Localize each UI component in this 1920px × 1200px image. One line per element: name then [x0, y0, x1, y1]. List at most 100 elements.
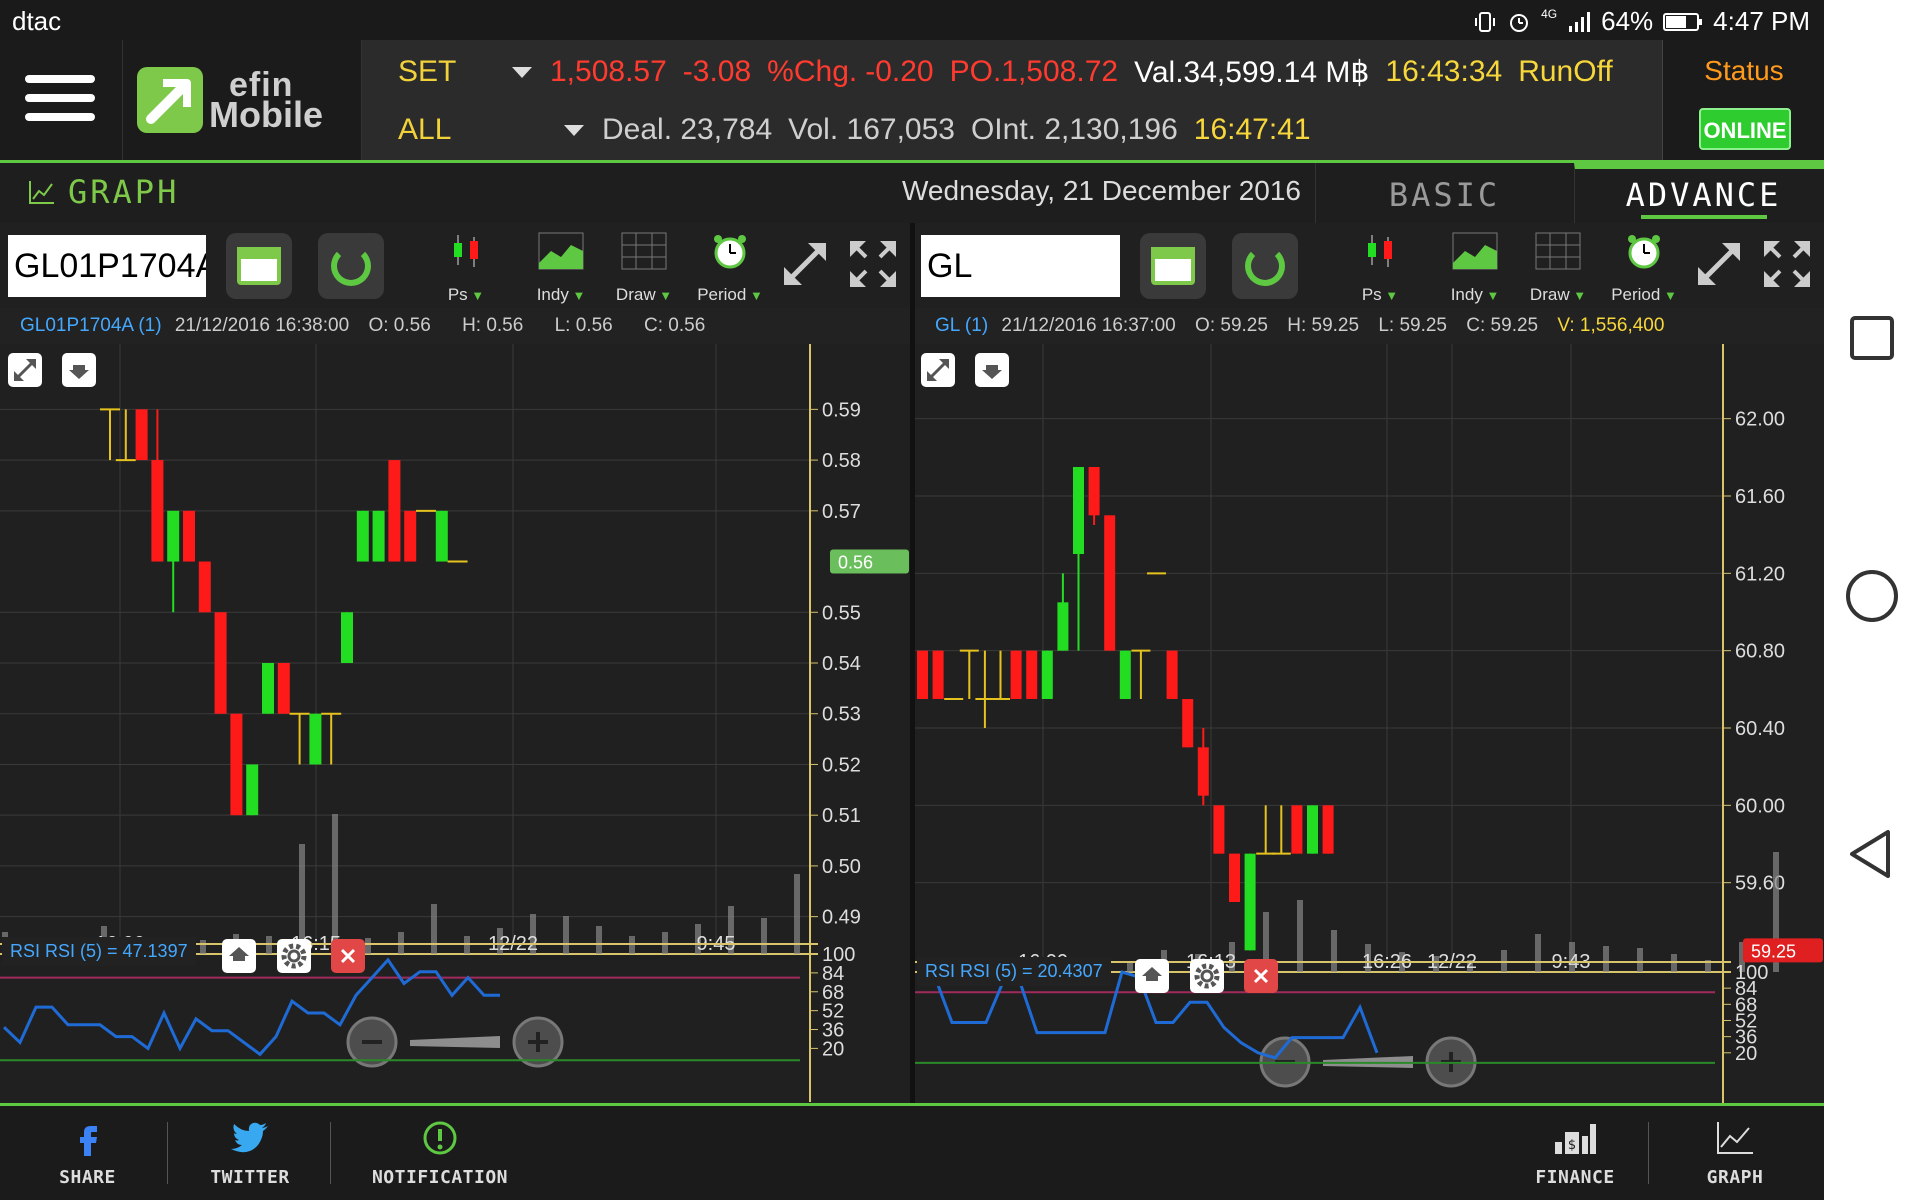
android-nav-bar: [1824, 0, 1920, 1200]
chart-area-right[interactable]: 62.0061.6061.2060.8060.4060.0059.6016:00…: [915, 344, 1824, 1103]
alarm-icon: [1507, 10, 1531, 34]
market-select-all[interactable]: ALL: [362, 113, 564, 147]
candle-body: [1182, 699, 1194, 748]
candle-body: [198, 561, 211, 613]
price-tick-label: 0.51: [822, 805, 861, 827]
symbol-input-right[interactable]: [921, 235, 1120, 297]
refresh-button-left[interactable]: [318, 233, 384, 299]
twitter-button[interactable]: TWITTER: [190, 1106, 310, 1200]
trade-value: Val.34,599.14 M฿: [1134, 55, 1370, 89]
active-tab-indicator: [1641, 215, 1767, 219]
price-tick-label: 60.00: [1735, 795, 1785, 817]
zoom-slider: [410, 1036, 500, 1048]
status-label: Status: [1704, 55, 1784, 86]
indy-tool-right[interactable]: Indy: [1440, 231, 1510, 305]
projected-open: PO.1,508.72: [949, 55, 1119, 88]
alert-circle-icon: [423, 1121, 457, 1155]
info-symbol: GL01P1704A (1): [20, 315, 162, 336]
candle-body: [1322, 805, 1334, 854]
chevron-down-icon[interactable]: [512, 66, 532, 78]
rsi-settings-button-left[interactable]: [277, 939, 311, 973]
candle-body: [167, 510, 180, 562]
back-button[interactable]: [1842, 824, 1902, 884]
rsi-tick-label: 20: [822, 1038, 844, 1060]
info-high: H: 0.56: [462, 315, 524, 336]
system-status-bar: dtac 4G 64% 4:47 PM: [0, 0, 1824, 40]
hamburger-menu-button[interactable]: [25, 75, 95, 127]
price-tick-label: 0.55: [822, 602, 861, 624]
price-grid: [0, 344, 810, 942]
rsi-close-button-right[interactable]: [1244, 959, 1278, 993]
calendar-button-right[interactable]: [1140, 233, 1206, 299]
candle-body: [356, 510, 369, 562]
expand-diagonal-button-right[interactable]: [1692, 237, 1746, 291]
resize-icon: [14, 359, 36, 381]
draw-tool-left[interactable]: Draw: [609, 231, 679, 305]
chart-toolbar-right: Ps Indy Draw Period: [915, 223, 1824, 308]
share-button[interactable]: SHARE: [30, 1106, 145, 1200]
chart-expand-button-left[interactable]: [8, 353, 42, 387]
candle-body: [1119, 650, 1131, 699]
rsi-settings-button-right[interactable]: [1190, 959, 1224, 993]
info-open: O: 59.25: [1195, 315, 1268, 336]
draw-tool-right[interactable]: Draw: [1523, 231, 1593, 305]
candle-body: [183, 510, 195, 562]
rsi-close-button-left[interactable]: [331, 939, 365, 973]
price-tick-label: 0.54: [822, 653, 861, 675]
period-tool-left[interactable]: Period: [690, 231, 770, 305]
notification-button[interactable]: NOTIFICATION: [350, 1106, 530, 1200]
calendar-icon: [237, 247, 281, 285]
period-tool-right[interactable]: Period: [1604, 231, 1684, 305]
chart-expand-button-right[interactable]: [921, 353, 955, 387]
expand-diagonal-icon: [1698, 243, 1740, 285]
refresh-button-right[interactable]: [1232, 233, 1298, 299]
twitter-label: TWITTER: [210, 1167, 290, 1188]
candle-body: [388, 460, 401, 562]
draw-label: Draw: [609, 285, 679, 305]
twitter-icon: [231, 1122, 268, 1153]
chart-down-button-right[interactable]: [975, 353, 1009, 387]
price-tick-label: 62.00: [1735, 409, 1785, 431]
volume-bar: [761, 918, 767, 954]
ps-tool-left[interactable]: Ps: [431, 231, 501, 305]
market-select-set[interactable]: SET: [362, 55, 512, 89]
chart-panel-right: Ps Indy Draw Period GL (1) 21/12: [915, 223, 1824, 1103]
info-close: C: 59.25: [1466, 315, 1539, 336]
finance-button[interactable]: $ FINANCE: [1520, 1106, 1630, 1200]
candle-body: [214, 612, 227, 714]
symbol-input-left[interactable]: [8, 235, 206, 297]
market-state: RunOff: [1518, 55, 1613, 88]
app-header: efin Mobile SET 1,508.57 -3.08 %Chg. -0.…: [0, 40, 1824, 160]
candle-body: [1073, 467, 1084, 554]
arrow-up-icon: [229, 947, 249, 961]
rsi-up-button-right[interactable]: [1135, 959, 1169, 993]
price-tick-label: 0.50: [822, 856, 861, 878]
tab-basic[interactable]: BASIC: [1315, 163, 1573, 223]
info-low: L: 59.25: [1378, 315, 1447, 336]
ps-tool-right[interactable]: Ps: [1345, 231, 1415, 305]
finance-icon: $: [1555, 1124, 1596, 1154]
volume-bar: [563, 916, 569, 954]
home-button[interactable]: [1842, 566, 1902, 626]
indy-tool-left[interactable]: Indy: [526, 231, 596, 305]
tab-advance[interactable]: ADVANCE: [1574, 163, 1832, 223]
rsi-up-button-left[interactable]: [222, 939, 256, 973]
chart-area-left[interactable]: 0.59 0.58 0.57 0.55 0.54 0.53 0.52 0.51 0.50 0.49…: [0, 344, 910, 1103]
chart-down-button-left[interactable]: [62, 353, 96, 387]
graph-title-text: GRAPH: [68, 173, 180, 211]
network-type: 4G: [1541, 6, 1558, 21]
expand-diagonal-button-left[interactable]: [778, 237, 832, 291]
calendar-button-left[interactable]: [226, 233, 292, 299]
fullscreen-button-left[interactable]: [846, 237, 900, 291]
connection-status: Status ONLINE: [1662, 40, 1824, 160]
fullscreen-button-right[interactable]: [1760, 237, 1814, 291]
recents-button[interactable]: [1842, 308, 1902, 368]
calendar-icon: [1151, 247, 1195, 285]
pct-change-value: -0.20: [865, 55, 934, 88]
facebook-icon: [79, 1126, 97, 1156]
expand-diagonal-icon: [784, 243, 826, 285]
graph-button[interactable]: GRAPH: [1680, 1106, 1790, 1200]
ticker-row-set: SET 1,508.57 -3.08 %Chg. -0.20 PO.1,508.…: [362, 44, 1613, 100]
chevron-down-icon[interactable]: [564, 124, 584, 136]
signal-icon: [1567, 10, 1591, 34]
